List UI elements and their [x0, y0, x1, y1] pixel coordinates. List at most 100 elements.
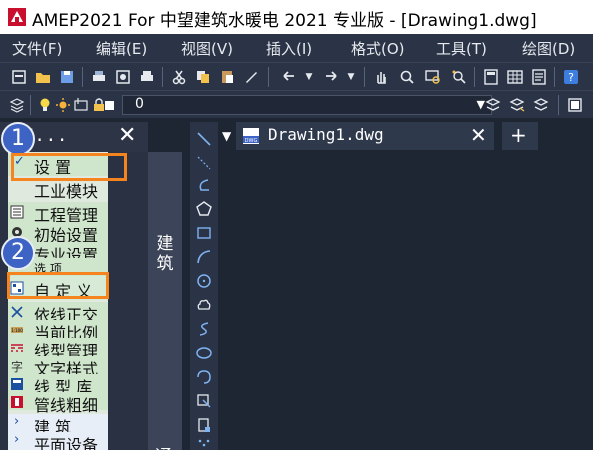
menu-item-project-manager[interactable]: 工程管理 — [8, 202, 108, 225]
menu-item-text-style[interactable]: 字 文字样式 — [8, 356, 108, 379]
paste-icon[interactable] — [218, 68, 236, 86]
menu-item-current-scale[interactable]: 1:100 当前比例 — [8, 320, 108, 343]
layers-toolbar: 0 ▼ — [0, 90, 593, 118]
polyline-icon[interactable] — [195, 176, 213, 194]
tab-label: Drawing1.dwg — [268, 125, 384, 144]
project-icon — [10, 205, 24, 219]
tab-drawing1[interactable]: DWG Drawing1.dwg ✕ — [236, 122, 494, 150]
step-badge-1: 1 — [1, 122, 35, 156]
ellipse-arc-icon[interactable] — [195, 368, 213, 386]
library-icon — [11, 378, 23, 390]
insert-block-icon[interactable] — [195, 392, 213, 410]
match-properties-icon[interactable] — [242, 68, 260, 86]
menu-section-architecture[interactable]: › 建 筑 — [8, 414, 108, 437]
window-title: AMEP2021 For 中望建筑水暖电 2021 专业版 - [Drawing… — [32, 11, 537, 31]
title-bar: AMEP2021 For 中望建筑水暖电 2021 专业版 - [Drawing… — [0, 0, 593, 34]
app-logo-icon — [8, 8, 26, 26]
ellipse-icon[interactable] — [195, 344, 213, 362]
layer-viewport-icon[interactable] — [72, 96, 90, 114]
make-current-layer-icon[interactable] — [484, 96, 502, 114]
layer-freeze-sun-icon[interactable] — [54, 96, 72, 114]
redo-dropdown-icon[interactable]: ▼ — [342, 68, 360, 86]
layer-on-bulb-icon[interactable] — [36, 96, 54, 114]
zoom-window-icon[interactable] — [424, 68, 442, 86]
new-tab-button[interactable]: + — [502, 122, 538, 150]
menu-tools[interactable]: 工具(T) — [436, 38, 487, 59]
new-file-icon[interactable] — [10, 68, 28, 86]
menu-draw[interactable]: 绘图(D) — [522, 38, 575, 59]
layer-previous-icon[interactable] — [508, 96, 526, 114]
undo-dropdown-icon[interactable]: ▼ — [300, 68, 318, 86]
layer-color-swatch-icon[interactable] — [104, 96, 116, 114]
layer-isolate-icon[interactable] — [532, 96, 550, 114]
tab-list-dropdown-icon[interactable]: ▼ — [222, 129, 231, 143]
menu-file[interactable]: 文件(F) — [12, 38, 62, 59]
close-icon[interactable]: ✕ — [118, 123, 136, 148]
svg-text:字: 字 — [11, 359, 23, 373]
current-layer-value: 0 — [135, 96, 144, 112]
step-badge-2: 2 — [1, 236, 35, 270]
menu-edit[interactable]: 编辑(E) — [96, 38, 147, 59]
revision-cloud-icon[interactable] — [195, 296, 213, 314]
standard-toolbar: ▼ ▼ ? — [0, 62, 593, 90]
undo-icon[interactable] — [280, 68, 298, 86]
menu-section-plan-equipment[interactable]: › 平面设备 — [8, 432, 108, 450]
menu-bar: 文件(F) 编辑(E) 视图(V) 插入(I) 格式(O) 工具(T) 绘图(D… — [0, 34, 593, 62]
vertical-tab-architecture[interactable]: 建筑 — [155, 234, 175, 274]
vertical-tab-next[interactable]: 通 — [155, 442, 175, 450]
make-block-icon[interactable] — [195, 416, 213, 434]
circle-icon[interactable] — [195, 272, 213, 290]
menu-insert[interactable]: 插入(I) — [266, 38, 312, 59]
menu-item-linetype-library[interactable]: 线 型 库 — [8, 374, 108, 397]
spline-icon[interactable] — [195, 320, 213, 338]
draw-toolbar — [190, 122, 218, 450]
zoom-previous-icon[interactable] — [450, 68, 468, 86]
zoom-icon[interactable] — [398, 68, 416, 86]
linetype-icon — [11, 344, 23, 352]
highlight-customize — [7, 272, 109, 299]
calculator-icon[interactable] — [482, 68, 500, 86]
line-icon[interactable] — [195, 130, 213, 148]
properties-icon[interactable] — [530, 68, 548, 86]
chevron-right-icon: › — [14, 432, 20, 447]
panel-menu-list: ✓ 设 置 工业模块 工程管理 初始设置 专业设置 选 项 自 定 义 依线正交 — [8, 152, 108, 450]
document-tab-strip: ▼ DWG Drawing1.dwg ✕ + — [218, 122, 593, 150]
menu-item-industrial-module[interactable]: 工业模块 — [8, 178, 108, 201]
redo-icon[interactable] — [322, 68, 340, 86]
plus-icon: + — [510, 123, 527, 147]
point-icon[interactable] — [195, 436, 213, 450]
copy-icon[interactable] — [194, 68, 212, 86]
polygon-icon[interactable] — [195, 200, 213, 218]
open-folder-icon[interactable] — [34, 68, 52, 86]
highlight-settings — [11, 153, 127, 181]
pan-hand-icon[interactable] — [372, 68, 390, 86]
menu-item-pipe-thickness[interactable]: 管线粗细 — [8, 392, 108, 415]
drawing-area[interactable]: ▼ DWG Drawing1.dwg ✕ + — [218, 122, 593, 450]
arc-icon[interactable] — [195, 248, 213, 266]
layer-combo[interactable]: 0 ▼ — [122, 95, 492, 115]
dwg-file-icon: DWG — [243, 128, 259, 144]
scale-icon: 1:100 — [11, 327, 23, 333]
help-icon[interactable]: ? — [562, 68, 580, 86]
cut-icon[interactable] — [170, 68, 188, 86]
design-center-icon[interactable] — [506, 68, 524, 86]
svg-text:DWG: DWG — [245, 138, 258, 144]
ortho-icon — [11, 306, 23, 318]
menu-item-ortho-line[interactable]: 依线正交 — [8, 302, 108, 325]
color-control-icon[interactable] — [566, 96, 584, 114]
print-icon[interactable] — [90, 68, 108, 86]
text-style-icon: 字 — [11, 359, 23, 373]
menu-view[interactable]: 视图(V) — [181, 38, 233, 59]
vertical-tab-strip: 建筑 通 — [148, 152, 182, 450]
chevron-right-icon: › — [14, 414, 20, 429]
save-icon[interactable] — [58, 68, 76, 86]
construction-line-icon[interactable] — [195, 154, 213, 172]
menu-item-linetype-manager[interactable]: 线型管理 — [8, 338, 108, 361]
menu-format[interactable]: 格式(O) — [351, 38, 405, 59]
plot-icon[interactable] — [138, 68, 156, 86]
rectangle-icon[interactable] — [195, 224, 213, 242]
preview-icon[interactable] — [114, 68, 132, 86]
layer-manager-icon[interactable] — [8, 96, 26, 114]
pipe-thickness-icon — [11, 396, 23, 408]
close-tab-icon[interactable]: ✕ — [470, 123, 487, 147]
